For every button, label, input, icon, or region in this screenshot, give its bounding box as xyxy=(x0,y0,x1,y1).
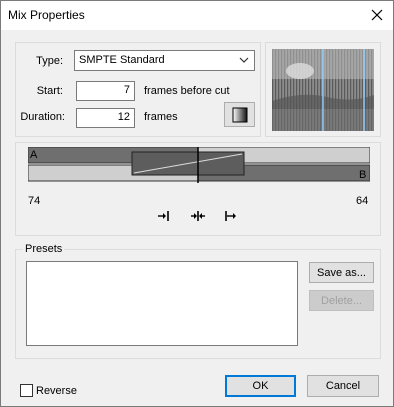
mix-properties-dialog: Mix Properties Type: SMPTE Standard Star… xyxy=(0,0,394,407)
gradient-icon xyxy=(232,107,247,123)
preview-panel xyxy=(265,42,381,137)
track-b-label: B xyxy=(359,169,367,181)
type-label: Type: xyxy=(36,55,63,67)
dropdown-arrow-icon xyxy=(239,57,249,63)
align-center-icon[interactable] xyxy=(190,210,206,222)
close-button[interactable] xyxy=(363,3,391,27)
start-units-label: frames before cut xyxy=(144,85,230,97)
align-start-icon[interactable] xyxy=(157,210,171,222)
type-select[interactable]: SMPTE Standard xyxy=(74,50,255,71)
close-icon xyxy=(371,9,383,21)
save-as-button[interactable]: Save as... xyxy=(309,262,374,283)
align-end-icon[interactable] xyxy=(224,210,238,222)
duration-label: Duration: xyxy=(20,111,65,123)
timeline-left-value: 74 xyxy=(28,195,41,207)
cancel-button[interactable]: Cancel xyxy=(307,375,379,397)
timeline-right-value: 64 xyxy=(356,195,369,207)
title-bar: Mix Properties xyxy=(1,1,393,30)
presets-group-label: Presets xyxy=(23,243,65,255)
start-label: Start: xyxy=(36,85,63,97)
reverse-checkbox[interactable] xyxy=(20,384,33,397)
duration-input[interactable]: 12 xyxy=(76,108,135,128)
window-title: Mix Properties xyxy=(8,8,85,22)
delete-button[interactable]: Delete... xyxy=(309,290,374,311)
transition-timeline[interactable] xyxy=(28,147,370,183)
duration-units-label: frames xyxy=(144,111,178,123)
transition-preview-image xyxy=(272,49,374,131)
track-a-label: A xyxy=(30,149,38,161)
reverse-label[interactable]: Reverse xyxy=(36,385,77,397)
presets-list[interactable] xyxy=(26,261,298,346)
type-select-value: SMPTE Standard xyxy=(79,54,165,66)
ok-button[interactable]: OK xyxy=(225,375,296,397)
start-input[interactable]: 7 xyxy=(76,81,135,101)
gradient-button[interactable] xyxy=(224,102,255,127)
